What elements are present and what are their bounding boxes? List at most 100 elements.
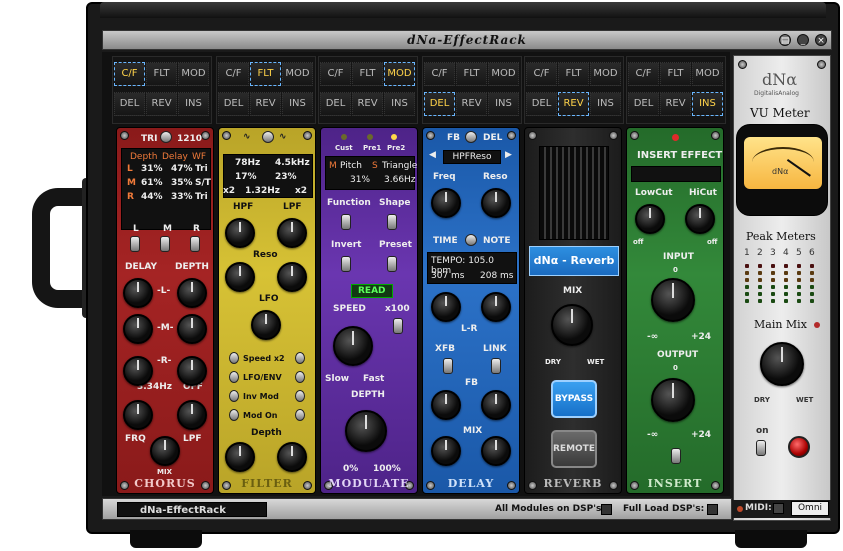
slot-5-cf-tab[interactable]: C/F: [526, 62, 557, 86]
copy-icon[interactable]: ▤: [779, 34, 791, 46]
midi-channel-select[interactable]: Omni: [791, 501, 829, 516]
lpf-knob[interactable]: [277, 218, 307, 248]
delay-l-knob[interactable]: [123, 278, 153, 308]
minimize-button[interactable]: _: [797, 34, 809, 46]
power-led-button[interactable]: [788, 436, 810, 458]
slot-4-rev-tab[interactable]: REV: [456, 92, 487, 116]
depth-left-knob[interactable]: [225, 442, 255, 472]
shape-toggle[interactable]: [387, 214, 397, 230]
slot-6-flt-tab[interactable]: FLT: [660, 62, 691, 86]
slot-2-mod-tab[interactable]: MOD: [282, 62, 313, 86]
slot-6-ins-tab[interactable]: INS: [692, 92, 723, 116]
hpf-reso-knob[interactable]: [225, 262, 255, 292]
lfo-knob[interactable]: [251, 310, 281, 340]
slot-2-del-tab[interactable]: DEL: [218, 92, 249, 116]
slot-3-ins-tab[interactable]: INS: [384, 92, 415, 116]
chorus-toggle-r[interactable]: [190, 236, 200, 252]
function-toggle[interactable]: [341, 214, 351, 230]
depth-l-knob[interactable]: [177, 278, 207, 308]
filter-switch-right-2[interactable]: [295, 371, 305, 383]
reso-knob[interactable]: [481, 188, 511, 218]
slot-5-del-tab[interactable]: DEL: [526, 92, 557, 116]
all-modules-dsp-checkbox[interactable]: [601, 504, 612, 515]
freq-knob[interactable]: [431, 188, 461, 218]
filter-switch-left-2[interactable]: [229, 371, 239, 383]
lowcut-knob[interactable]: [635, 204, 665, 234]
invert-toggle[interactable]: [341, 256, 351, 272]
filter-switch-left-1[interactable]: [229, 352, 239, 364]
output-knob[interactable]: [651, 378, 695, 422]
filter-switch-left-3[interactable]: [229, 390, 239, 402]
input-knob[interactable]: [651, 278, 695, 322]
slot-1-flt-tab[interactable]: FLT: [146, 62, 177, 86]
chorus-mix-knob[interactable]: [150, 436, 180, 466]
time-note-switch[interactable]: [465, 234, 477, 246]
slot-1-mod-tab[interactable]: MOD: [178, 62, 209, 86]
slot-4-del-tab[interactable]: DEL: [424, 92, 455, 116]
slot-3-mod-tab[interactable]: MOD: [384, 62, 415, 86]
preset-toggle[interactable]: [387, 256, 397, 272]
fb-del-switch[interactable]: [465, 131, 477, 143]
time-r-knob[interactable]: [481, 292, 511, 322]
slot-5-rev-tab[interactable]: REV: [558, 92, 589, 116]
hicut-knob[interactable]: [685, 204, 715, 234]
slot-1-cf-tab[interactable]: C/F: [114, 62, 145, 86]
slot-5-mod-tab[interactable]: MOD: [590, 62, 621, 86]
slot-3-flt-tab[interactable]: FLT: [352, 62, 383, 86]
reverb-mix-knob[interactable]: [551, 304, 593, 346]
delay-r-knob[interactable]: [123, 356, 153, 386]
mix-r-knob[interactable]: [481, 436, 511, 466]
remote-button[interactable]: REMOTE: [551, 430, 597, 468]
fb-l-knob[interactable]: [431, 390, 461, 420]
slot-1-rev-tab[interactable]: REV: [146, 92, 177, 116]
slot-5-flt-tab[interactable]: FLT: [558, 62, 589, 86]
frq-knob[interactable]: [123, 400, 153, 430]
delay-m-knob[interactable]: [123, 314, 153, 344]
prev-type-icon[interactable]: ◀: [429, 150, 436, 160]
depth-m-knob[interactable]: [177, 314, 207, 344]
slot-3-rev-tab[interactable]: REV: [352, 92, 383, 116]
lpf-knob[interactable]: [177, 400, 207, 430]
main-mix-knob[interactable]: [760, 342, 804, 386]
chorus-toggle-l[interactable]: [130, 236, 140, 252]
next-type-icon[interactable]: ▶: [505, 150, 512, 160]
xfb-toggle[interactable]: [443, 358, 453, 374]
time-l-knob[interactable]: [431, 292, 461, 322]
slot-3-del-tab[interactable]: DEL: [320, 92, 351, 116]
title-bar[interactable]: dNa-EffectRack ▤ _ ×: [102, 30, 832, 50]
slot-4-mod-tab[interactable]: MOD: [488, 62, 519, 86]
slot-6-mod-tab[interactable]: MOD: [692, 62, 723, 86]
slot-2-flt-tab[interactable]: FLT: [250, 62, 281, 86]
bypass-button[interactable]: BYPASS: [551, 380, 597, 418]
read-button[interactable]: READ: [351, 284, 393, 298]
chorus-toggle-m[interactable]: [160, 236, 170, 252]
full-load-dsp-checkbox[interactable]: [707, 504, 718, 515]
slot-4-flt-tab[interactable]: FLT: [456, 62, 487, 86]
link-toggle[interactable]: [491, 358, 501, 374]
slot-1-del-tab[interactable]: DEL: [114, 92, 145, 116]
close-button[interactable]: ×: [815, 34, 827, 46]
chorus-wave-switch[interactable]: [160, 131, 172, 143]
slot-6-cf-tab[interactable]: C/F: [628, 62, 659, 86]
filter-switch-right-4[interactable]: [295, 409, 305, 421]
slot-6-del-tab[interactable]: DEL: [628, 92, 659, 116]
slot-2-ins-tab[interactable]: INS: [282, 92, 313, 116]
slot-4-ins-tab[interactable]: INS: [488, 92, 519, 116]
power-toggle[interactable]: [756, 440, 766, 456]
mix-l-knob[interactable]: [431, 436, 461, 466]
speed-knob[interactable]: [333, 326, 373, 366]
insert-toggle[interactable]: [671, 448, 681, 464]
depth-knob[interactable]: [345, 410, 387, 452]
lpf-reso-knob[interactable]: [277, 262, 307, 292]
slot-5-ins-tab[interactable]: INS: [590, 92, 621, 116]
hpf-knob[interactable]: [225, 218, 255, 248]
midi-checkbox[interactable]: [773, 503, 784, 514]
slot-2-cf-tab[interactable]: C/F: [218, 62, 249, 86]
fb-r-knob[interactable]: [481, 390, 511, 420]
filter-mode-switch[interactable]: [262, 131, 274, 143]
slot-6-rev-tab[interactable]: REV: [660, 92, 691, 116]
x100-toggle[interactable]: [393, 318, 403, 334]
filter-switch-left-4[interactable]: [229, 409, 239, 421]
slot-1-ins-tab[interactable]: INS: [178, 92, 209, 116]
depth-right-knob[interactable]: [277, 442, 307, 472]
